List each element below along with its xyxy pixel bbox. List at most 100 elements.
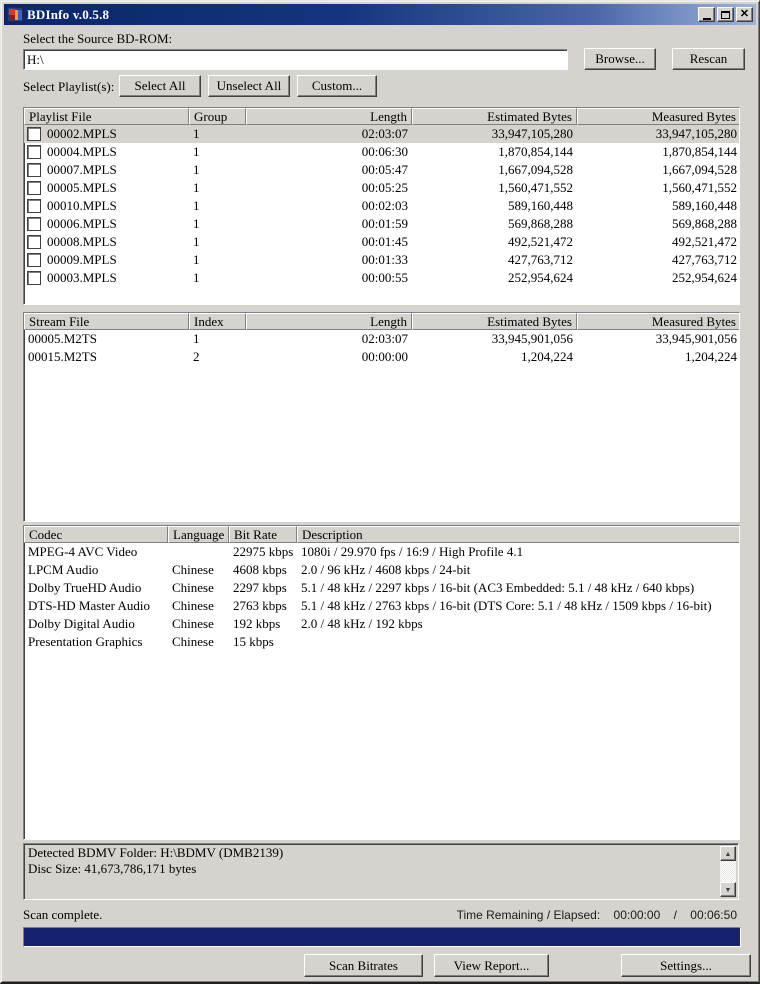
- playlist-table-header: Playlist File Group Length Estimated Byt…: [24, 108, 739, 125]
- rescan-button[interactable]: Rescan: [672, 48, 745, 70]
- maximize-button[interactable]: [717, 7, 734, 22]
- codec-row[interactable]: Presentation Graphics Chinese 15 kbps: [24, 633, 739, 651]
- playlist-estimated-bytes: 1,870,854,144: [498, 144, 573, 159]
- codec-row[interactable]: Dolby Digital Audio Chinese 192 kbps 2.0…: [24, 615, 739, 633]
- stream-table-header: Stream File Index Length Estimated Bytes…: [24, 313, 739, 330]
- scan-progress-bar: [23, 927, 741, 947]
- column-header-measured-bytes[interactable]: Measured Bytes: [577, 108, 739, 125]
- playlist-group: 1: [193, 216, 200, 231]
- codec-description: [297, 633, 739, 651]
- playlist-checkbox[interactable]: [27, 217, 41, 231]
- playlist-checkbox[interactable]: [27, 199, 41, 213]
- codec-name: MPEG-4 AVC Video: [28, 544, 138, 559]
- unselect-all-button[interactable]: Unselect All: [208, 75, 290, 97]
- column-header-group[interactable]: Group: [189, 108, 246, 125]
- playlist-checkbox[interactable]: [27, 235, 41, 249]
- codec-description: 5.1 / 48 kHz / 2763 kbps / 16-bit (DTS C…: [301, 598, 712, 613]
- column-header-estimated-bytes[interactable]: Estimated Bytes: [412, 313, 577, 330]
- playlist-file-name: 00003.MPLS: [47, 270, 117, 285]
- codec-language: [168, 543, 229, 561]
- codec-language: Chinese: [172, 634, 214, 649]
- playlist-estimated-bytes: 427,763,712: [508, 252, 573, 267]
- custom-button[interactable]: Custom...: [297, 75, 377, 97]
- playlist-estimated-bytes: 252,954,624: [508, 270, 573, 285]
- playlist-file-name: 00007.MPLS: [47, 162, 117, 177]
- playlist-measured-bytes: 1,870,854,144: [662, 144, 737, 159]
- stream-row[interactable]: 00015.M2TS 2 00:00:00 1,204,224 1,204,22…: [24, 348, 739, 366]
- codec-table-body: MPEG-4 AVC Video 22975 kbps 1080i / 29.9…: [24, 543, 739, 651]
- info-scrollbar[interactable]: ▲ ▼: [720, 846, 736, 897]
- scroll-down-icon[interactable]: ▼: [720, 882, 736, 897]
- detected-bdmv-folder: Detected BDMV Folder: H:\BDMV (DMB2139): [28, 845, 284, 860]
- playlist-estimated-bytes: 1,667,094,528: [498, 162, 573, 177]
- codec-language: Chinese: [172, 616, 214, 631]
- playlist-group: 1: [193, 126, 200, 141]
- column-header-playlist-file[interactable]: Playlist File: [24, 108, 189, 125]
- column-header-stream-file[interactable]: Stream File: [24, 313, 189, 330]
- codec-row[interactable]: Dolby TrueHD Audio Chinese 2297 kbps 5.1…: [24, 579, 739, 597]
- column-header-length[interactable]: Length: [246, 313, 412, 330]
- playlist-estimated-bytes: 569,868,288: [508, 216, 573, 231]
- playlist-checkbox[interactable]: [27, 253, 41, 267]
- bdinfo-window: BDInfo v.0.5.8 ✕ Select the Source BD-RO…: [0, 0, 760, 984]
- playlist-measured-bytes: 252,954,624: [672, 270, 737, 285]
- playlist-checkbox[interactable]: [27, 181, 41, 195]
- playlist-row[interactable]: 00003.MPLS 1 00:00:55 252,954,624 252,95…: [24, 269, 739, 287]
- select-all-button[interactable]: Select All: [119, 75, 201, 97]
- playlist-row[interactable]: 00004.MPLS 1 00:06:30 1,870,854,144 1,87…: [24, 143, 739, 161]
- playlist-estimated-bytes: 1,560,471,552: [498, 180, 573, 195]
- playlist-length: 02:03:07: [361, 126, 408, 141]
- stream-length: 00:00:00: [361, 349, 408, 364]
- playlist-row[interactable]: 00002.MPLS 1 02:03:07 33,947,105,280 33,…: [24, 125, 739, 143]
- playlist-measured-bytes: 1,667,094,528: [662, 162, 737, 177]
- close-button[interactable]: ✕: [736, 7, 753, 22]
- column-header-bit-rate[interactable]: Bit Rate: [229, 526, 297, 543]
- time-elapsed-value: 00:06:50: [690, 908, 737, 922]
- playlist-row[interactable]: 00010.MPLS 1 00:02:03 589,160,448 589,16…: [24, 197, 739, 215]
- scan-bitrates-button[interactable]: Scan Bitrates: [304, 954, 423, 977]
- browse-button[interactable]: Browse...: [584, 48, 656, 70]
- minimize-button[interactable]: [698, 7, 715, 22]
- column-header-language[interactable]: Language: [168, 526, 229, 543]
- codec-description: 5.1 / 48 kHz / 2297 kbps / 16-bit (AC3 E…: [301, 580, 695, 595]
- source-path-input[interactable]: [23, 49, 568, 70]
- playlist-row[interactable]: 00008.MPLS 1 00:01:45 492,521,472 492,52…: [24, 233, 739, 251]
- column-header-measured-bytes[interactable]: Measured Bytes: [577, 313, 739, 330]
- codec-bitrate: 4608 kbps: [233, 562, 287, 577]
- stream-row[interactable]: 00005.M2TS 1 02:03:07 33,945,901,056 33,…: [24, 330, 739, 348]
- title-bar[interactable]: BDInfo v.0.5.8 ✕: [4, 4, 756, 25]
- codec-description: 2.0 / 96 kHz / 4608 kbps / 24-bit: [301, 562, 471, 577]
- codec-name: LPCM Audio: [28, 562, 99, 577]
- playlist-row[interactable]: 00007.MPLS 1 00:05:47 1,667,094,528 1,66…: [24, 161, 739, 179]
- playlist-row[interactable]: 00009.MPLS 1 00:01:33 427,763,712 427,76…: [24, 251, 739, 269]
- playlist-checkbox[interactable]: [27, 271, 41, 285]
- playlist-row[interactable]: 00006.MPLS 1 00:01:59 569,868,288 569,86…: [24, 215, 739, 233]
- codec-row[interactable]: LPCM Audio Chinese 4608 kbps 2.0 / 96 kH…: [24, 561, 739, 579]
- playlist-length: 00:05:25: [361, 180, 408, 195]
- playlist-length: 00:01:45: [361, 234, 408, 249]
- codec-bitrate: 2763 kbps: [233, 598, 287, 613]
- playlist-length: 00:05:47: [361, 162, 408, 177]
- playlist-checkbox[interactable]: [27, 163, 41, 177]
- column-header-codec[interactable]: Codec: [24, 526, 168, 543]
- status-text: Scan complete.: [23, 907, 103, 922]
- column-header-description[interactable]: Description: [297, 526, 739, 543]
- settings-button[interactable]: Settings...: [621, 954, 751, 977]
- column-header-estimated-bytes[interactable]: Estimated Bytes: [412, 108, 577, 125]
- view-report-button[interactable]: View Report...: [434, 954, 549, 977]
- playlist-row[interactable]: 00005.MPLS 1 00:05:25 1,560,471,552 1,56…: [24, 179, 739, 197]
- codec-row[interactable]: DTS-HD Master Audio Chinese 2763 kbps 5.…: [24, 597, 739, 615]
- playlist-checkbox[interactable]: [27, 127, 41, 141]
- scroll-up-icon[interactable]: ▲: [720, 846, 736, 861]
- progress-fill: [24, 928, 740, 946]
- column-header-index[interactable]: Index: [189, 313, 246, 330]
- window-title: BDInfo v.0.5.8: [27, 6, 110, 22]
- playlist-file-name: 00008.MPLS: [47, 234, 117, 249]
- column-header-length[interactable]: Length: [246, 108, 412, 125]
- playlist-checkbox[interactable]: [27, 145, 41, 159]
- codec-bitrate: 15 kbps: [233, 634, 274, 649]
- playlist-file-name: 00006.MPLS: [47, 216, 117, 231]
- codec-row[interactable]: MPEG-4 AVC Video 22975 kbps 1080i / 29.9…: [24, 543, 739, 561]
- playlist-length: 00:01:59: [361, 216, 408, 231]
- app-icon: [7, 7, 23, 22]
